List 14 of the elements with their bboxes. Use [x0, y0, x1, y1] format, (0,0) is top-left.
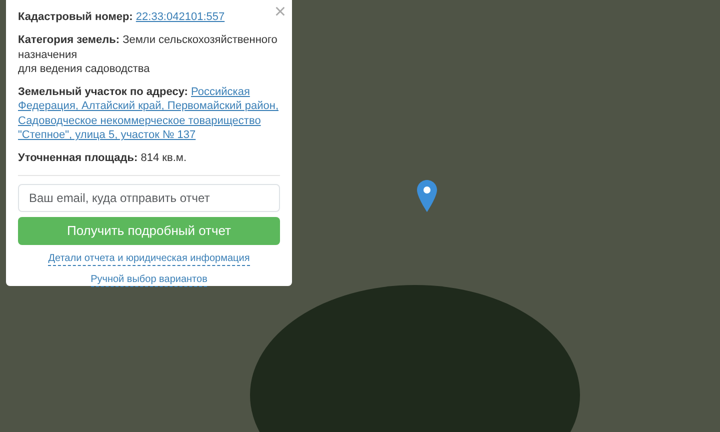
- email-field[interactable]: Ваш email, куда отправить отчет: [18, 184, 280, 212]
- field-text: Уточненная площадь: 814 кв.м.: [18, 151, 188, 166]
- field-link[interactable]: Российская: [191, 86, 250, 98]
- dashed-link[interactable]: Ручной выбор вариантов: [90, 274, 208, 287]
- field-link[interactable]: "Степное", улица 5, участок № 137: [18, 129, 196, 142]
- dashed-link[interactable]: Детали отчета и юридическая информация: [48, 252, 250, 266]
- report-button[interactable]: Получить подробный отчет: [18, 216, 280, 245]
- field-label: Кадастровый номер:: [18, 11, 133, 23]
- field-link[interactable]: Федерация, Алтайский край, Первомайский район,: [18, 100, 279, 112]
- field-link[interactable]: 22:33:042101:557: [136, 11, 225, 23]
- field-value: для ведения садоводства: [18, 62, 151, 76]
- location-pin-icon[interactable]: [417, 180, 437, 212]
- field-link[interactable]: Садоводческое некоммерческое товарищество: [18, 114, 261, 127]
- field-label: Земельный участок по адресу:: [18, 86, 188, 98]
